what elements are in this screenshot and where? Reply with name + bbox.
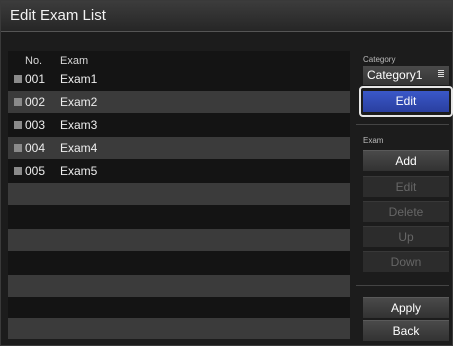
window-title: Edit Exam List — [10, 7, 106, 24]
empty-row[interactable] — [8, 275, 350, 297]
empty-row[interactable] — [8, 318, 350, 339]
empty-row[interactable] — [8, 298, 350, 320]
row-exam: Exam5 — [60, 164, 98, 178]
row-no: 005 — [25, 164, 46, 178]
back-button[interactable]: Back — [363, 320, 449, 341]
down-button[interactable]: Down — [363, 251, 449, 272]
category-label: Category — [363, 55, 396, 64]
row-marker-icon — [14, 121, 22, 129]
title-bar: Edit Exam List — [1, 1, 452, 32]
row-exam: Exam2 — [60, 95, 98, 109]
column-header-exam: Exam — [60, 55, 89, 67]
add-button[interactable]: Add — [363, 150, 449, 171]
row-no: 004 — [25, 141, 46, 155]
exam-label: Exam — [363, 136, 384, 145]
table-row[interactable]: 001 Exam1 — [8, 68, 350, 90]
empty-row[interactable] — [8, 229, 350, 251]
delete-button[interactable]: Delete — [363, 201, 449, 222]
empty-row[interactable] — [8, 252, 350, 274]
divider — [356, 124, 449, 125]
table-row[interactable]: 004 Exam4 — [8, 137, 350, 159]
row-no: 002 — [25, 95, 46, 109]
table-row[interactable]: 005 Exam5 — [8, 160, 350, 182]
row-marker-icon — [14, 144, 22, 152]
table-row[interactable]: 003 Exam3 — [8, 114, 350, 136]
row-marker-icon — [14, 75, 22, 83]
exam-edit-button[interactable]: Edit — [363, 176, 449, 197]
row-no: 001 — [25, 72, 46, 86]
category-select[interactable]: Category1 — [363, 66, 449, 85]
up-button[interactable]: Up — [363, 226, 449, 247]
divider — [356, 285, 449, 286]
category-selected: Category1 — [367, 68, 423, 82]
row-exam: Exam3 — [60, 118, 98, 132]
row-exam: Exam1 — [60, 72, 98, 86]
empty-row[interactable] — [8, 183, 350, 205]
table-row[interactable]: 002 Exam2 — [8, 91, 350, 113]
empty-row[interactable] — [8, 206, 350, 228]
list-icon — [438, 70, 444, 79]
row-no: 003 — [25, 118, 46, 132]
row-marker-icon — [14, 167, 22, 175]
category-edit-button[interactable]: Edit — [363, 91, 449, 112]
column-header-no: No. — [25, 55, 43, 67]
row-exam: Exam4 — [60, 141, 98, 155]
row-marker-icon — [14, 98, 22, 106]
apply-button[interactable]: Apply — [363, 297, 449, 318]
